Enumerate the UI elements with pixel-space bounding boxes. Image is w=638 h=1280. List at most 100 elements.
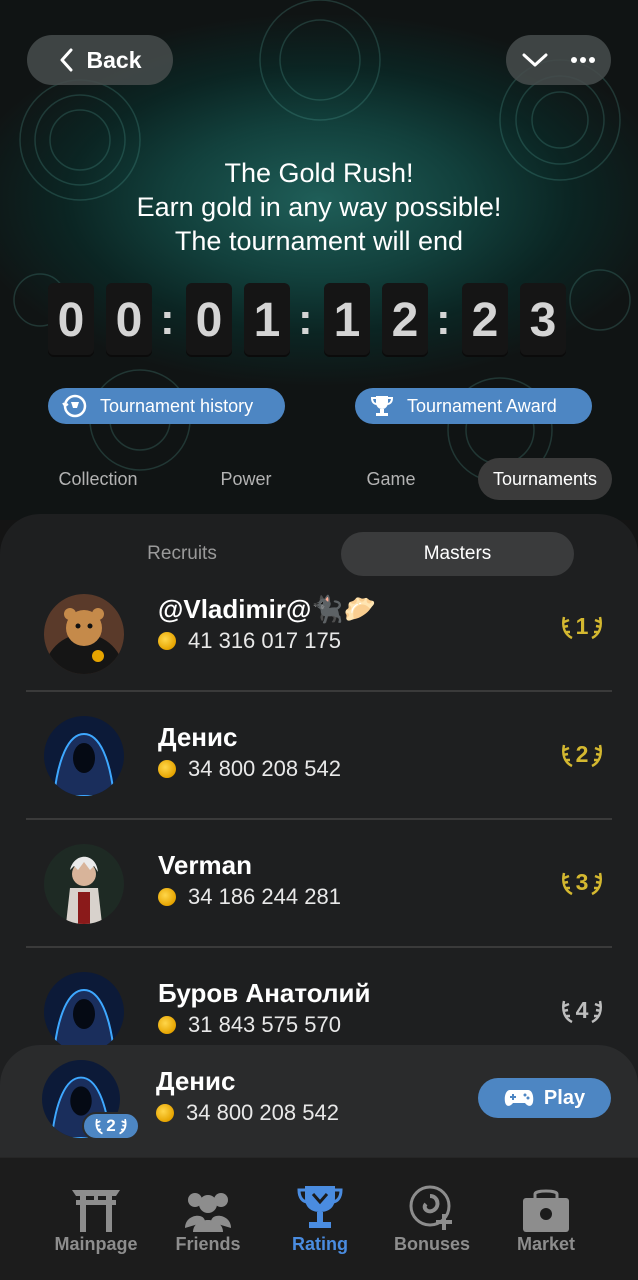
hooded-avatar-icon [44, 716, 124, 796]
timer-digit: 1 [244, 283, 290, 357]
laurel-left-icon [561, 872, 573, 895]
laurel-right-icon [118, 1118, 127, 1135]
title-line: The tournament will end [174, 226, 464, 256]
player-score: 34 800 208 542 [156, 1100, 339, 1126]
more-icon[interactable] [570, 56, 596, 64]
play-button[interactable]: Play [478, 1078, 611, 1118]
player-score: 34 186 244 281 [158, 884, 341, 910]
laurel-right-icon [591, 744, 603, 767]
friends-icon [185, 1193, 231, 1232]
rank-badge: 1 [552, 613, 612, 640]
player-name: Буров Анатолий [158, 978, 371, 1008]
coin-icon [158, 760, 176, 778]
nav-market[interactable]: Market [486, 1182, 606, 1255]
player-name: @Vladimir@🐈‍⬛🥟 [158, 594, 377, 624]
rating-tabs: Collection Power Game Tournaments [0, 458, 638, 500]
hamster-avatar-icon [44, 594, 124, 674]
score-value: 41 316 017 175 [188, 628, 341, 653]
rank-number: 3 [575, 869, 589, 895]
tournament-award-label: Tournament Award [407, 395, 557, 416]
player-score: 34 800 208 542 [158, 756, 341, 782]
hooded-avatar-icon [44, 972, 124, 1045]
rank-badge: 2 [82, 1112, 140, 1140]
score-value: 34 800 208 542 [188, 756, 341, 781]
nav-label: Bonuses [393, 1234, 471, 1254]
window-menu[interactable] [506, 35, 611, 85]
tab-game[interactable]: Game [331, 458, 451, 500]
spiral-plus-icon [409, 1185, 452, 1230]
tab-tournaments[interactable]: Tournaments [478, 458, 612, 500]
laurel-right-icon [591, 1000, 603, 1023]
coin-icon [156, 1104, 174, 1122]
rank-badge: 3 [552, 869, 612, 896]
player-score: 31 843 575 570 [158, 1012, 341, 1038]
rank-number: 2 [575, 741, 589, 767]
gate-icon [72, 1190, 120, 1232]
leaderboard-row[interactable]: Буров Анатолий 31 843 575 570 4 [26, 970, 612, 1045]
rank-number: 1 [575, 613, 589, 639]
league-tabs: Recruits Masters [0, 532, 638, 576]
warrior-avatar-icon [44, 844, 124, 924]
laurel-left-icon [561, 744, 573, 767]
avatar [44, 844, 124, 924]
player-name: Денис [158, 722, 238, 752]
tab-collection[interactable]: Collection [38, 458, 158, 500]
coin-icon [158, 1016, 176, 1034]
leaderboard-row[interactable]: Денис 34 800 208 542 2 [26, 714, 612, 842]
back-label: Back [86, 46, 142, 73]
rank-badge: 4 [552, 997, 612, 1024]
chevron-down-icon[interactable] [522, 52, 548, 68]
timer-separator: : [298, 295, 313, 344]
laurel-left-icon [95, 1118, 104, 1135]
tournament-history-button[interactable]: Tournament history [48, 388, 285, 424]
rank-number: 4 [575, 997, 589, 1023]
trophy-icon [370, 396, 394, 416]
tournament-award-button[interactable]: Tournament Award [355, 388, 592, 424]
chevron-left-icon [60, 48, 72, 72]
timer-digit: 0 [186, 283, 232, 357]
avatar [44, 972, 124, 1045]
laurel-left-icon [561, 616, 573, 639]
coin-icon [158, 632, 176, 650]
timer-separator: : [160, 295, 175, 344]
timer-digit: 3 [520, 283, 566, 357]
timer-digit: 0 [48, 283, 94, 357]
rank-number: 2 [106, 1116, 116, 1135]
nav-friends[interactable]: Friends [148, 1182, 268, 1255]
title-line: Earn gold in any way possible! [136, 192, 502, 222]
row-divider [26, 690, 612, 692]
countdown-timer: 0 0 : 0 1 : 1 2 : 2 3 [48, 282, 592, 358]
score-value: 34 186 244 281 [188, 884, 341, 909]
rank-badge: 2 [552, 741, 612, 768]
tab-recruits[interactable]: Recruits [92, 532, 272, 576]
tab-power[interactable]: Power [186, 458, 306, 500]
nav-rating[interactable]: Rating [260, 1182, 380, 1255]
nav-label: Market [516, 1234, 576, 1254]
timer-digit: 2 [382, 283, 428, 357]
back-button[interactable]: Back [27, 35, 173, 85]
leaderboard-row[interactable]: Verman 34 186 244 281 3 [26, 842, 612, 970]
nav-mainpage[interactable]: Mainpage [36, 1182, 156, 1255]
bottom-nav: Mainpage Friends Rating Bonuses Market [0, 1157, 638, 1280]
score-value: 31 843 575 570 [188, 1012, 341, 1037]
timer-digit: 1 [324, 283, 370, 357]
tab-masters[interactable]: Masters [341, 532, 574, 576]
nav-bonuses[interactable]: Bonuses [372, 1182, 492, 1255]
laurel-right-icon [591, 872, 603, 895]
timer-digit: 0 [106, 283, 152, 357]
leaderboard-row[interactable]: @Vladimir@🐈‍⬛🥟 41 316 017 175 1 [26, 586, 612, 714]
score-value: 34 800 208 542 [186, 1100, 339, 1125]
history-icon [62, 394, 87, 418]
nav-label: Mainpage [54, 1234, 138, 1254]
play-label: Play [543, 1086, 586, 1109]
player-name: Денис [156, 1066, 236, 1096]
timer-digit: 2 [462, 283, 508, 357]
nav-label: Rating [292, 1234, 348, 1254]
row-divider [26, 946, 612, 948]
timer-separator: : [436, 295, 451, 344]
title-line: The Gold Rush! [224, 158, 414, 188]
avatar [44, 716, 124, 796]
laurel-left-icon [561, 1000, 573, 1023]
player-score: 41 316 017 175 [158, 628, 341, 654]
player-name: Verman [158, 850, 252, 880]
